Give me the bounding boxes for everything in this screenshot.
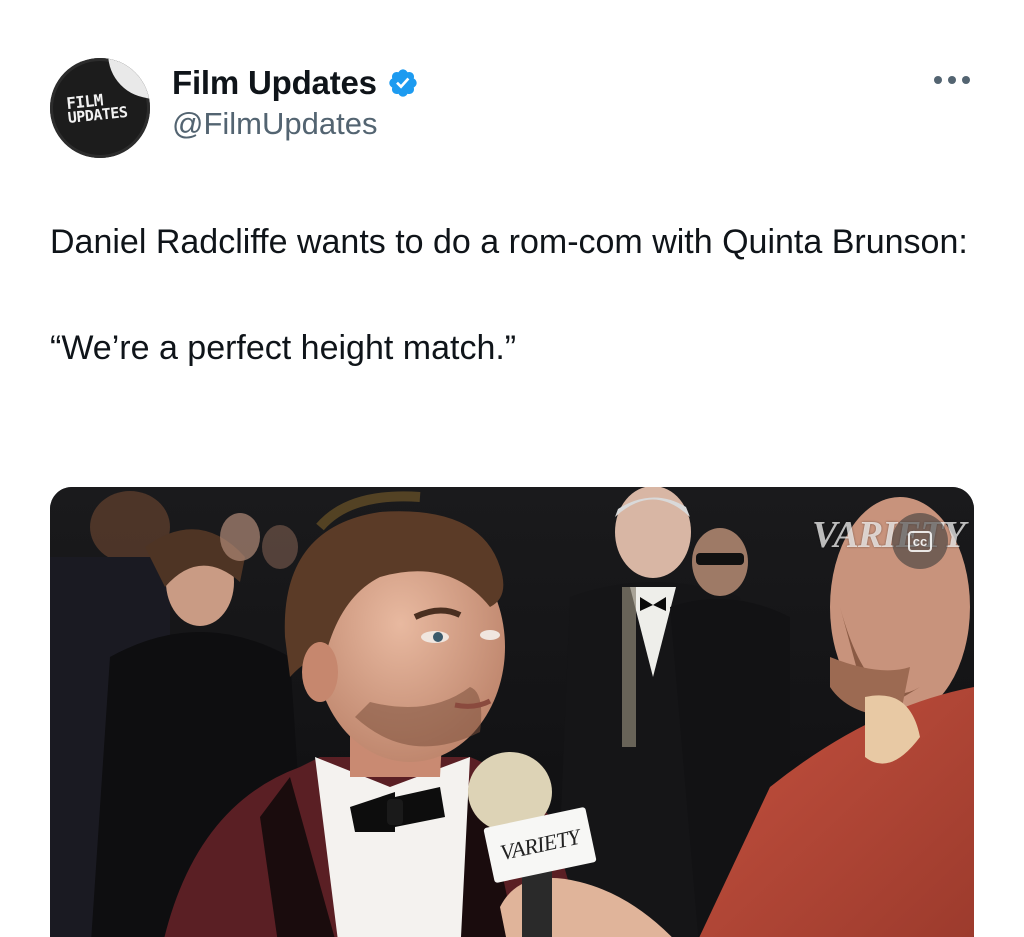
author-handle[interactable]: @FilmUpdates: [172, 106, 377, 142]
author-avatar[interactable]: FILM UPDATES: [50, 58, 150, 158]
more-horizontal-icon: [962, 76, 970, 84]
author-display-name[interactable]: Film Updates: [172, 64, 377, 102]
verified-badge-icon: [389, 69, 417, 97]
more-horizontal-icon: [934, 76, 942, 84]
tweet-text: Daniel Radcliffe wants to do a rom-com w…: [50, 218, 990, 372]
tweet-video[interactable]: VARIETY cc VARIETY: [50, 487, 974, 937]
closed-captions-button[interactable]: cc: [892, 513, 948, 569]
tweet-text-paragraph-1: Daniel Radcliffe wants to do a rom-com w…: [50, 223, 968, 261]
avatar-logo-line2: UPDATES: [67, 102, 129, 128]
microphone-flag-label: VARIETY: [497, 823, 582, 866]
author-name-row: Film Updates: [172, 64, 419, 102]
more-options-button[interactable]: [932, 70, 972, 90]
tweet-text-paragraph-2: “We’re a perfect height match.”: [50, 329, 517, 367]
more-horizontal-icon: [948, 76, 956, 84]
avatar-logo: FILM UPDATES: [66, 90, 129, 128]
closed-captions-icon: cc: [907, 530, 933, 552]
tweet: FILM UPDATES Film Updates @FilmUpdates D…: [0, 0, 1024, 937]
